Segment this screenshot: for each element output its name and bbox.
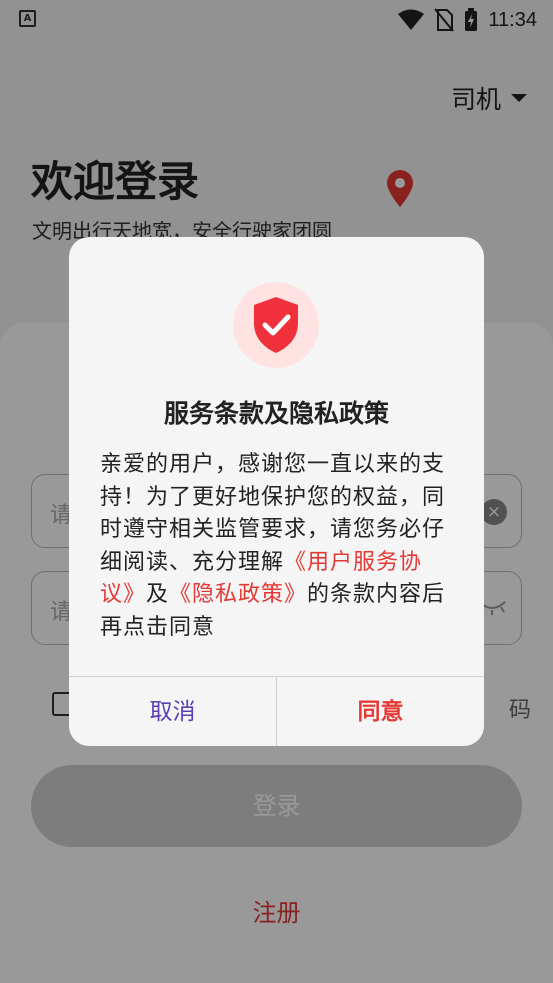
dialog-title: 服务条款及隐私政策 [163, 399, 389, 428]
cancel-button[interactable]: 取消 [69, 677, 277, 746]
privacy-policy-link[interactable]: 《隐私政策》 [169, 582, 307, 607]
agree-button[interactable]: 同意 [277, 677, 484, 746]
privacy-dialog: 服务条款及隐私政策 亲爱的用户，感谢您一直以来的支持！为了更好地保护您的权益，同… [69, 237, 484, 746]
shield-badge [233, 282, 319, 368]
shield-check-icon [254, 297, 298, 353]
dialog-body: 亲爱的用户，感谢您一直以来的支持！为了更好地保护您的权益，同时遵守相关监管要求，… [100, 449, 456, 644]
and-text: 及 [146, 582, 170, 607]
dialog-actions: 取消 同意 [69, 676, 484, 746]
